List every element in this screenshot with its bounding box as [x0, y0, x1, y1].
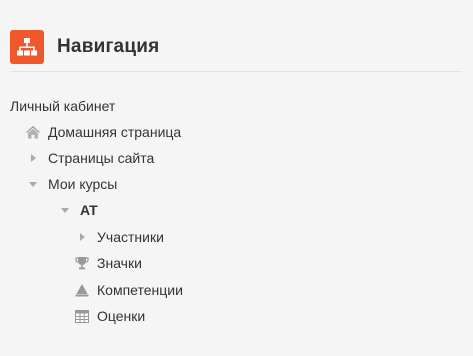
- competency-icon: [74, 282, 90, 298]
- tree-item-dashboard[interactable]: Личный кабинет: [10, 94, 115, 118]
- triangle-down-icon[interactable]: [25, 176, 41, 192]
- navigation-block: Навигация Личный кабинет Домашняя страни…: [0, 0, 473, 356]
- triangle-right-icon[interactable]: [74, 229, 90, 245]
- tree-item-label: Домашняя страница: [48, 124, 182, 140]
- tree-item-home[interactable]: Домашняя страница: [25, 120, 181, 144]
- block-header: Навигация: [10, 27, 159, 67]
- tree-item-site-pages[interactable]: Страницы сайта: [25, 146, 154, 170]
- tree-item-label: Участники: [97, 229, 164, 245]
- tree-item-label: Личный кабинет: [10, 98, 116, 114]
- tree-item-label: Значки: [97, 255, 142, 271]
- triangle-down-icon[interactable]: [57, 202, 73, 218]
- tree-item-label: Оценки: [97, 308, 146, 324]
- block-title: Навигация: [57, 36, 160, 57]
- table-icon: [74, 308, 90, 324]
- trophy-icon: [74, 255, 90, 271]
- header-divider: [10, 71, 462, 72]
- sitemap-icon: [10, 30, 44, 64]
- tree-item-label: Мои курсы: [48, 176, 118, 192]
- tree-item-my-courses[interactable]: Мои курсы: [25, 172, 117, 196]
- tree-item-participants[interactable]: Участники: [74, 225, 164, 249]
- tree-item-label: AT: [80, 202, 98, 218]
- tree-item-competencies[interactable]: Компетенции: [74, 278, 183, 302]
- tree-item-label: Страницы сайта: [48, 150, 155, 166]
- tree-item-badges[interactable]: Значки: [74, 251, 142, 275]
- tree-item-label: Компетенции: [97, 282, 183, 298]
- tree-item-grades[interactable]: Оценки: [74, 304, 145, 328]
- home-icon: [25, 124, 41, 140]
- triangle-right-icon[interactable]: [25, 150, 41, 166]
- tree-item-course-at[interactable]: AT: [57, 198, 98, 222]
